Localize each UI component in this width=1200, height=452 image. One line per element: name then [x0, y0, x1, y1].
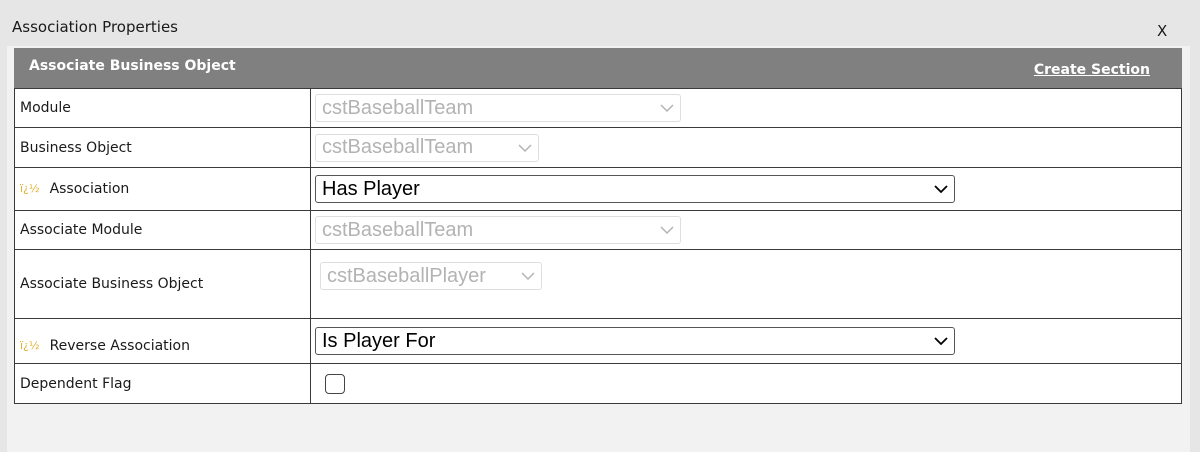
business-object-select[interactable]: cstBaseballTeam [315, 133, 539, 162]
row-dependent-flag: Dependent Flag [14, 363, 1182, 404]
label-dependent-flag: Dependent Flag [14, 363, 311, 404]
dialog-titlebar: Association Properties X [0, 0, 1200, 46]
reverse-association-select[interactable]: Is Player For [315, 327, 955, 355]
row-associate-business-object: Associate Business Object cstBaseballPla… [14, 249, 1182, 319]
required-icon: ï¿½ [20, 182, 40, 195]
dialog-title: Association Properties [12, 18, 178, 36]
label-module: Module [14, 88, 311, 128]
reverse-association-select-value: Is Player For [322, 329, 436, 352]
chevron-down-icon [660, 104, 674, 113]
section-title: Associate Business Object [29, 58, 236, 74]
label-business-object: Business Object [14, 127, 311, 168]
label-association-cell: ï¿½ Association [14, 167, 311, 211]
chevron-down-icon [934, 185, 948, 194]
associate-business-object-select-value: cstBaseballPlayer [327, 264, 486, 287]
properties-table: Module cstBaseballTeam Business Object c… [14, 88, 1182, 404]
label-associate-module: Associate Module [14, 210, 311, 250]
row-reverse-association: ï¿½ Reverse Association Is Player For [14, 318, 1182, 364]
module-select-value: cstBaseballTeam [322, 96, 474, 119]
dependent-flag-checkbox[interactable] [325, 373, 345, 394]
row-business-object: Business Object cstBaseballTeam [14, 127, 1182, 168]
chevron-down-icon [521, 272, 535, 281]
associate-module-select[interactable]: cstBaseballTeam [315, 216, 681, 244]
associate-module-select-value: cstBaseballTeam [322, 218, 474, 241]
label-reverse-association-cell: ï¿½ Reverse Association [14, 318, 311, 364]
row-association: ï¿½ Association Has Player [14, 167, 1182, 211]
chevron-down-icon [518, 143, 532, 152]
chevron-down-icon [660, 226, 674, 235]
section-header: Associate Business Object Create Section [14, 48, 1182, 88]
label-reverse-association: Reverse Association [49, 338, 190, 354]
label-associate-business-object: Associate Business Object [14, 249, 311, 319]
association-select[interactable]: Has Player [315, 175, 955, 203]
module-select[interactable]: cstBaseballTeam [315, 94, 681, 122]
associate-business-object-select[interactable]: cstBaseballPlayer [320, 262, 542, 290]
row-module: Module cstBaseballTeam [14, 88, 1182, 128]
row-associate-module: Associate Module cstBaseballTeam [14, 210, 1182, 250]
business-object-select-value: cstBaseballTeam [322, 136, 474, 158]
chevron-down-icon [934, 337, 948, 346]
association-select-value: Has Player [322, 177, 420, 200]
required-icon: ï¿½ [20, 339, 40, 352]
close-button[interactable]: X [1157, 22, 1167, 40]
label-association: Association [49, 181, 130, 197]
create-section-link[interactable]: Create Section [1034, 62, 1150, 78]
